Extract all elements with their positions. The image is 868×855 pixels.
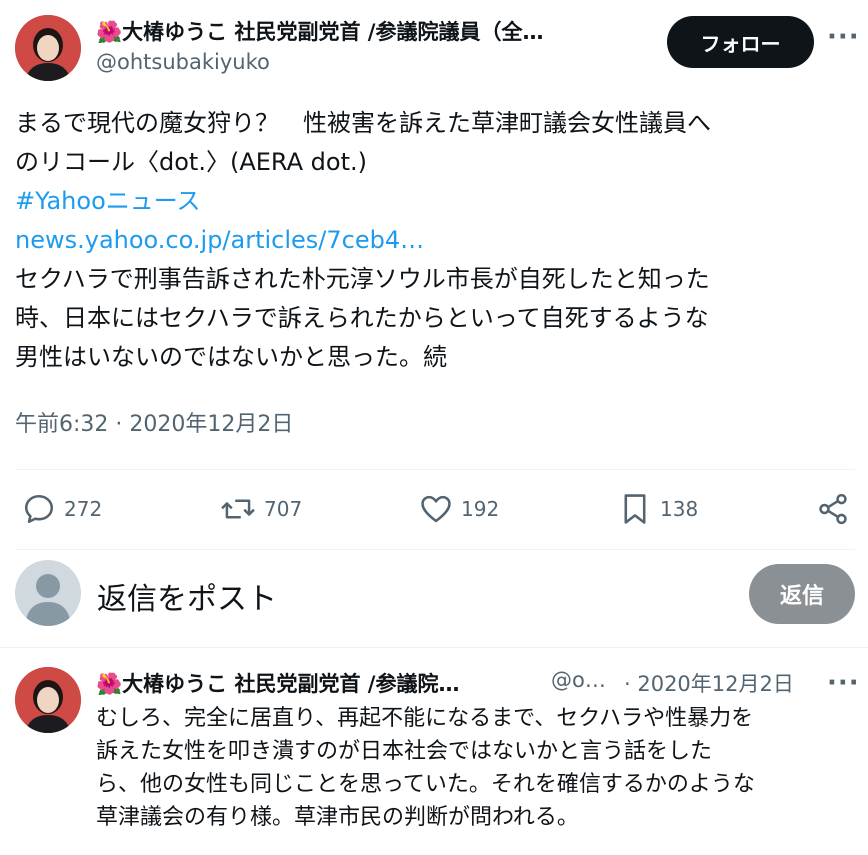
reply-more-options-icon[interactable]: ··· xyxy=(827,668,860,698)
like-action[interactable]: 192 xyxy=(419,492,499,526)
bookmark-action[interactable]: 138 xyxy=(618,492,698,526)
share-icon xyxy=(819,493,847,525)
current-user-avatar xyxy=(15,560,81,626)
tweet-text-line-3: セクハラで刑事告訴された朴元淳ソウル市長が自死したと知った xyxy=(15,265,710,293)
hashtag-link[interactable]: #Yahooニュース xyxy=(15,182,201,221)
reply-author-name[interactable]: 🌺大椿ゆうこ 社民党副党首 /参議院… xyxy=(96,668,536,698)
retweet-count: 707 xyxy=(264,497,303,521)
avatar-photo xyxy=(15,15,81,81)
tweet-text-line-4: 時、日本にはセクハラで訴えられたからといって自死するような xyxy=(15,304,709,332)
like-count: 192 xyxy=(461,497,500,521)
reply-text-line-2: 訴えた女性を叩き潰すのが日本社会ではないかと言う話をした xyxy=(96,739,713,764)
default-avatar-icon xyxy=(25,574,71,626)
divider xyxy=(15,469,855,470)
reply-text-line-1: むしろ、完全に居直り、再起不能になるまで、セクハラや性暴力を xyxy=(96,706,754,731)
reply-button[interactable]: 返信 xyxy=(749,564,855,624)
tweet-timestamp[interactable]: 午前6:32 · 2020年12月2日 xyxy=(15,406,293,438)
retweet-action[interactable]: 707 xyxy=(220,492,302,526)
reply-text-line-4: 草津議会の有り様。草津市民の判断が問われる。 xyxy=(96,805,579,830)
bookmark-count: 138 xyxy=(660,497,699,521)
bookmark-icon xyxy=(624,494,646,524)
like-icon xyxy=(421,495,451,523)
retweet-icon xyxy=(221,499,255,519)
avatar-photo xyxy=(15,667,81,733)
reply-author-handle[interactable]: @o… xyxy=(551,668,606,692)
author-name[interactable]: 🌺大椿ゆうこ 社民党副党首 /参議院議員（全… xyxy=(96,16,636,46)
reply-input[interactable]: 返信をポスト xyxy=(97,574,277,618)
divider xyxy=(15,549,855,550)
tweet-text-line-2: のリコール〈dot.〉(AERA dot.) xyxy=(15,148,367,176)
reply-text-line-3: ら、他の女性も同じことを思っていた。それを確信するかのような xyxy=(96,772,755,797)
reply-author-avatar[interactable] xyxy=(15,667,81,733)
article-link[interactable]: news.yahoo.co.jp/articles/7ceb4… xyxy=(15,221,424,260)
reply-action[interactable]: 272 xyxy=(22,492,102,526)
more-options-icon[interactable]: ··· xyxy=(827,22,860,52)
author-avatar[interactable] xyxy=(15,15,81,81)
tweet-text-line-5: 男性はいないのではないかと思った。続 xyxy=(15,343,447,371)
divider xyxy=(0,647,868,648)
reply-date[interactable]: · 2020年12月2日 xyxy=(624,668,794,698)
share-button[interactable] xyxy=(816,492,850,530)
reply-icon xyxy=(24,494,54,524)
author-handle[interactable]: @ohtsubakiyuko xyxy=(96,50,270,74)
reply-count: 272 xyxy=(64,497,103,521)
tweet-text-line-1: まるで現代の魔女狩り？ 性被害を訴えた草津町議会女性議員へ xyxy=(15,109,711,137)
follow-button[interactable]: フォロー xyxy=(667,16,814,68)
